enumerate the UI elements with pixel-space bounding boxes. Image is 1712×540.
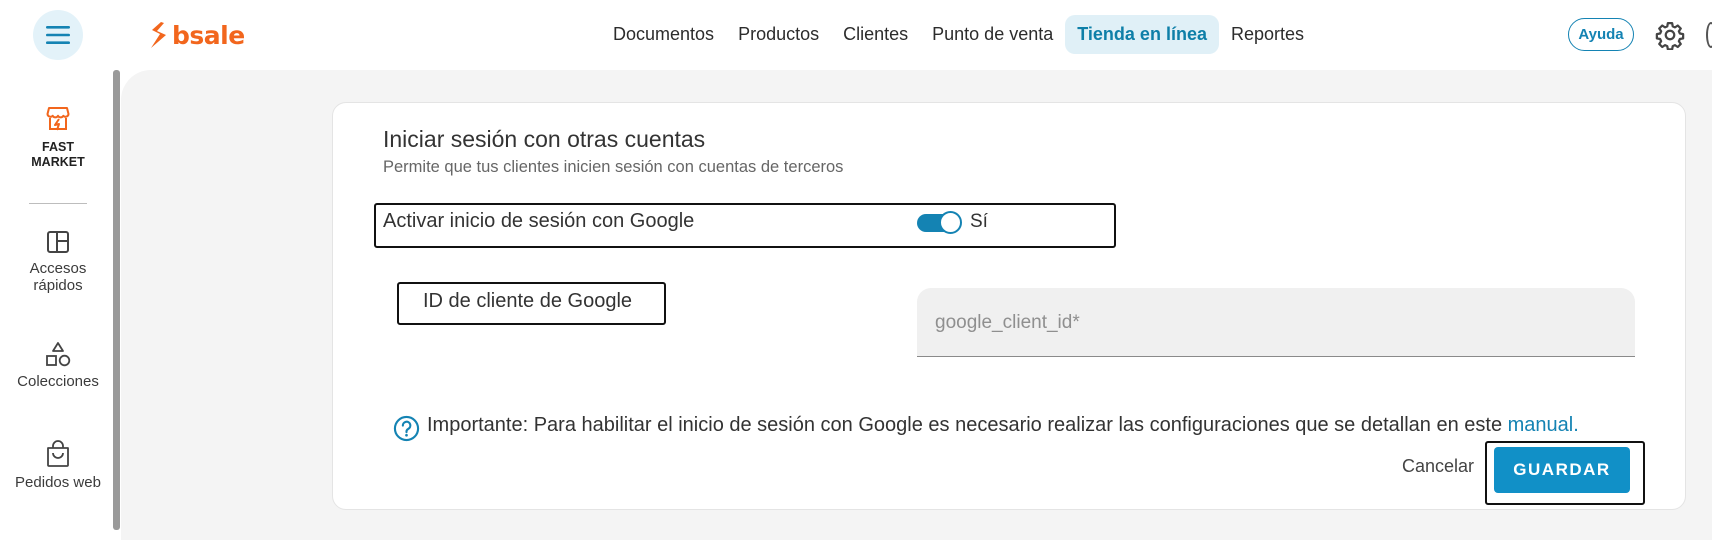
layout-icon [47, 231, 69, 253]
store-name: FAST MARKET [31, 140, 84, 170]
info-message: Importante: Para habilitar el inicio de … [427, 414, 1579, 437]
toggle-knob [939, 211, 962, 234]
avatar[interactable] [1706, 22, 1712, 48]
top-bar: bsale Documentos Productos Clientes Punt… [0, 0, 1712, 70]
manual-link[interactable]: manual. [1508, 414, 1579, 436]
nav-reportes[interactable]: Reportes [1219, 15, 1316, 54]
sidebar-store-fast-market[interactable]: FAST MARKET [0, 106, 116, 170]
help-button[interactable]: Ayuda [1568, 18, 1634, 51]
store-name-line2: MARKET [31, 155, 85, 169]
google-client-id-input[interactable] [935, 310, 1605, 336]
section-subtitle: Permite que tus clientes inicien sesión … [383, 158, 844, 176]
gear-icon[interactable] [1655, 20, 1685, 50]
bsale-logo-icon [151, 22, 166, 48]
sidebar-item-colecciones[interactable]: Colecciones [0, 341, 116, 390]
client-id-label: ID de cliente de Google [423, 290, 633, 312]
store-icon [46, 107, 70, 131]
nav-punto-de-venta[interactable]: Punto de venta [920, 15, 1065, 54]
shopping-bag-icon [47, 440, 69, 467]
sidebar-scrollbar[interactable] [113, 70, 120, 530]
sidebar-item-label: Pedidos web [15, 474, 101, 491]
sidebar-item-label-line1: Accesos [29, 260, 87, 277]
sidebar-item-accesos-rapidos[interactable]: Accesos rápidos [0, 230, 116, 294]
store-name-line1: FAST [42, 140, 74, 154]
shapes-icon [46, 342, 71, 367]
nav-productos[interactable]: Productos [726, 15, 831, 54]
cancel-button[interactable]: Cancelar [1402, 456, 1474, 477]
logo-text: bsale [172, 20, 245, 50]
bsale-logo[interactable]: bsale [148, 18, 245, 52]
menu-button[interactable] [33, 10, 83, 60]
sidebar-divider [29, 203, 87, 204]
sidebar-item-label: Accesos rápidos [30, 260, 87, 294]
sidebar-item-pedidos-web[interactable]: Pedidos web [0, 440, 116, 491]
client-id-field [917, 288, 1635, 357]
info-message-text: Importante: Para habilitar el inicio de … [427, 414, 1508, 436]
section-title: Iniciar sesión con otras cuentas [383, 126, 706, 152]
google-toggle-state: Sí [970, 211, 988, 232]
help-circle-icon [393, 415, 420, 442]
sidebar-item-label: Colecciones [17, 373, 99, 390]
nav-tienda-en-linea[interactable]: Tienda en línea [1065, 15, 1219, 54]
google-login-toggle[interactable] [917, 211, 963, 234]
main-nav: Documentos Productos Clientes Punto de v… [601, 15, 1316, 54]
nav-clientes[interactable]: Clientes [831, 15, 920, 54]
sidebar: FAST MARKET Accesos rápidos Colecciones … [0, 70, 113, 530]
save-button[interactable]: GUARDAR [1494, 447, 1630, 493]
google-toggle-label: Activar inicio de sesión con Google [383, 210, 695, 232]
sidebar-item-label-line2: rápidos [33, 277, 83, 294]
nav-documentos[interactable]: Documentos [601, 15, 726, 54]
hamburger-icon [46, 26, 70, 44]
